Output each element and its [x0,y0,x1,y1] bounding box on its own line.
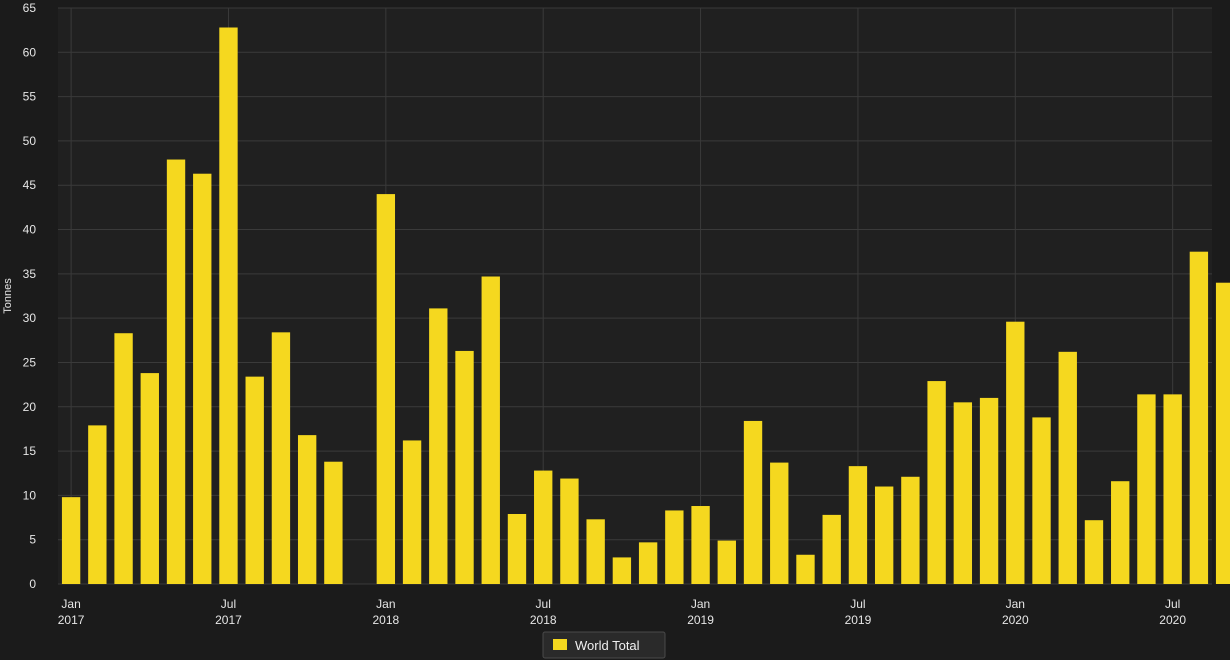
x-tick-month: Jan [691,597,710,611]
bar[interactable] [376,194,396,585]
x-tick-month: Jul [850,597,865,611]
x-tick-year: 2019 [845,613,872,627]
y-tick-label: 30 [23,311,37,325]
y-axis-ticks: 0 5 10 15 20 25 30 35 40 45 50 55 60 65 [23,1,37,591]
x-tick-month: Jan [61,597,80,611]
bar[interactable] [481,276,500,584]
x-tick-month: Jul [221,597,236,611]
bar[interactable] [953,402,973,584]
y-tick-label: 5 [29,533,36,547]
bar[interactable] [612,557,632,584]
y-tick-label: 65 [23,1,37,15]
bar[interactable] [245,376,264,584]
bar[interactable] [874,486,894,584]
y-tick-label: 50 [23,134,37,148]
bar[interactable] [822,514,841,584]
x-tick-year: 2020 [1159,613,1186,627]
bar[interactable] [1084,520,1104,584]
bar[interactable] [1215,282,1230,584]
x-tick-year: 2018 [530,613,557,627]
bar-chart: 0 5 10 15 20 25 30 35 40 45 50 55 60 65 Jan 2017 Jul 201… [2,1,1230,659]
bar[interactable] [1032,417,1051,584]
y-tick-label: 55 [23,90,37,104]
x-tick-year: 2019 [687,613,714,627]
y-tick-label: 20 [23,400,37,414]
bar[interactable] [717,540,736,584]
bar[interactable] [193,173,212,585]
bar[interactable] [743,420,763,584]
bar[interactable] [324,461,343,584]
bar[interactable] [140,373,159,584]
y-tick-label: 25 [23,355,37,369]
bar[interactable] [1137,394,1156,584]
x-tick-month: Jan [1006,597,1025,611]
bar[interactable] [1006,321,1025,584]
y-tick-label: 40 [23,223,37,237]
x-tick-year: 2020 [1002,613,1029,627]
bar[interactable] [61,497,81,584]
bar[interactable] [114,333,133,584]
bar[interactable] [402,440,422,584]
legend[interactable]: World Total [542,631,666,659]
bar[interactable] [901,476,920,584]
bar[interactable] [665,510,684,584]
bar[interactable] [796,554,815,584]
bar[interactable] [219,27,238,585]
bar[interactable] [586,519,605,584]
x-tick-month: Jul [536,597,551,611]
bar[interactable] [534,470,553,584]
y-tick-label: 35 [23,267,37,281]
x-tick-year: 2017 [215,613,242,627]
bar[interactable] [88,425,107,584]
bar[interactable] [297,435,317,584]
bar[interactable] [1058,351,1077,584]
bar[interactable] [1189,251,1209,584]
bar[interactable] [691,506,710,584]
y-tick-label: 10 [23,488,37,502]
bar[interactable] [507,513,527,584]
bar[interactable] [271,332,291,584]
x-tick-year: 2017 [58,613,85,627]
bar[interactable] [166,159,186,585]
bar[interactable] [1111,481,1130,584]
x-axis-ticks: Jan 2017 Jul 2017 Jan 2018 Jul 2018 Jan 2019 Jul 20… [58,597,1187,627]
bar[interactable] [638,542,658,584]
y-tick-label: 60 [23,45,37,59]
x-tick-month: Jan [376,597,395,611]
bar[interactable] [560,478,579,584]
x-tick-month: Jul [1165,597,1180,611]
x-tick-year: 2018 [372,613,399,627]
bar[interactable] [979,397,999,584]
bar[interactable] [429,308,448,584]
bar[interactable] [770,462,789,584]
bar[interactable] [927,381,946,584]
bar[interactable] [1163,394,1182,584]
legend-label: World Total [575,638,640,653]
bar[interactable] [455,350,474,584]
y-tick-label: 0 [29,577,36,591]
y-axis-title: Tonnes [2,278,14,314]
y-tick-label: 15 [23,444,37,458]
bar[interactable] [848,466,868,584]
legend-swatch [553,639,567,650]
chart-container: 0 5 10 15 20 25 30 35 40 45 50 55 60 65 Jan 2017 Jul 201… [0,0,1230,660]
y-tick-label: 45 [23,178,37,192]
